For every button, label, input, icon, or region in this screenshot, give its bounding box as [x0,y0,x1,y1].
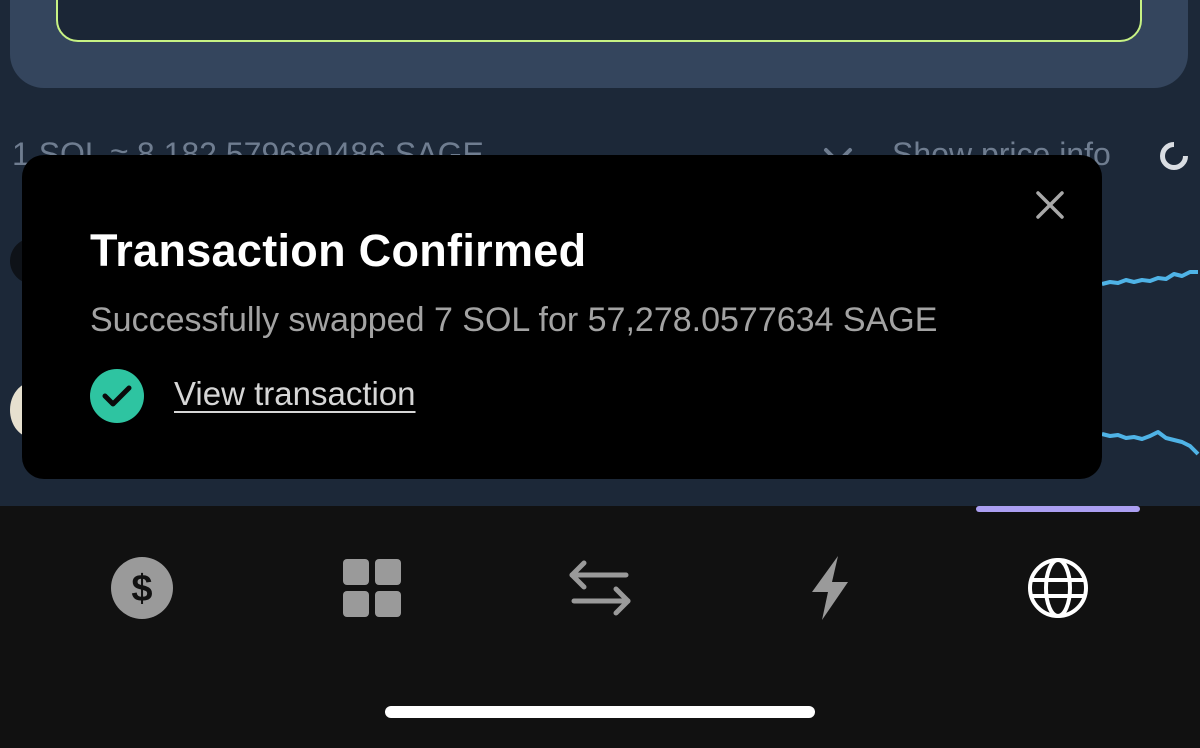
refresh-icon[interactable] [1160,142,1188,170]
nav-swap-tab[interactable] [560,548,640,628]
close-icon[interactable] [1030,185,1070,225]
nav-explore-tab[interactable] [1018,548,1098,628]
nav-active-indicator [976,506,1140,512]
globe-icon [1028,558,1088,618]
lightning-icon [812,556,848,620]
svg-text:$: $ [131,568,152,610]
price-sparkline [1101,270,1198,286]
nav-collectibles-tab[interactable] [332,548,412,628]
view-transaction-link[interactable]: View transaction [174,375,416,413]
price-sparkline [1101,430,1200,456]
transaction-toast: Transaction Confirmed Successfully swapp… [22,155,1102,479]
toast-title: Transaction Confirmed [90,225,587,276]
toast-message: Successfully swapped 7 SOL for 57,278.05… [90,301,938,339]
amount-input[interactable] [56,0,1142,42]
swap-arrows-icon [569,560,631,616]
home-indicator[interactable] [385,706,815,718]
grid-icon [343,559,401,617]
nav-dollar-tab[interactable]: $ [102,548,182,628]
nav-activity-tab[interactable] [790,548,870,628]
check-circle-icon [90,369,144,423]
dollar-icon: $ [111,557,173,619]
